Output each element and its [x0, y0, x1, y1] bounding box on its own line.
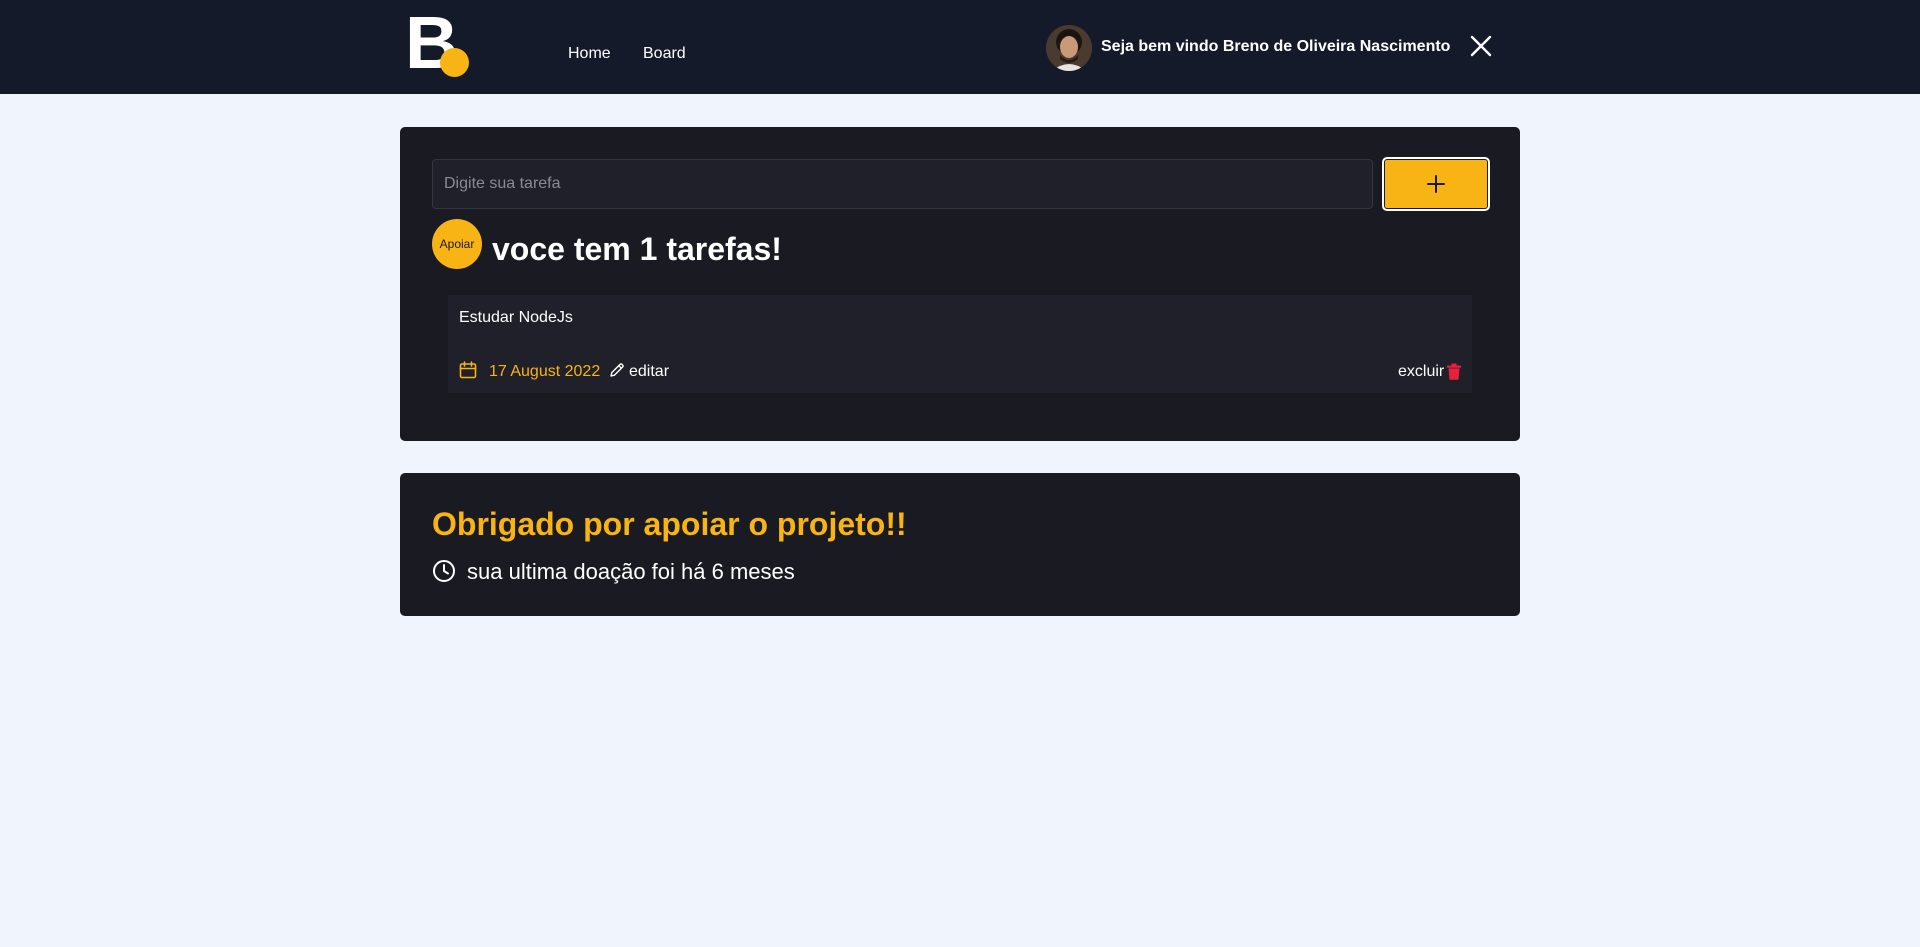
clock-icon	[433, 560, 455, 582]
avatar[interactable]	[1046, 25, 1092, 71]
calendar-icon	[459, 361, 477, 379]
task-count-heading: voce tem 1 tarefas!	[492, 231, 782, 267]
support-thanks-card: Obrigado por apoiar o projeto!! sua ulti…	[400, 473, 1520, 616]
nav-home-link[interactable]: Home	[568, 45, 611, 63]
task-board-card: Apoiar voce tem 1 tarefas! Estudar NodeJ…	[400, 127, 1520, 441]
welcome-message: Seja bem vindo Breno de Oliveira Nascime…	[1101, 38, 1451, 55]
task-item: Estudar NodeJs 17 August 2022 editar exc…	[448, 295, 1472, 393]
support-button[interactable]: Apoiar	[432, 219, 482, 269]
thanks-title: Obrigado por apoiar o projeto!!	[432, 506, 907, 542]
last-donation-text: sua ultima doação foi há 6 meses	[467, 559, 795, 584]
plus-icon	[1427, 175, 1445, 193]
trash-icon	[1447, 363, 1461, 380]
logo-dot	[440, 48, 469, 77]
delete-label: excluir	[1398, 363, 1445, 380]
close-icon	[1470, 35, 1492, 57]
task-input[interactable]	[432, 159, 1373, 209]
edit-label: editar	[629, 363, 670, 380]
logo[interactable]: B	[405, 6, 469, 80]
task-date: 17 August 2022	[489, 363, 601, 380]
top-header: B Home Board Seja bem vindo Breno de Oli…	[0, 0, 1920, 94]
delete-task-button[interactable]: excluir	[1398, 361, 1462, 381]
pencil-icon	[610, 363, 624, 377]
nav-board-link[interactable]: Board	[643, 45, 686, 63]
task-title[interactable]: Estudar NodeJs	[459, 309, 573, 327]
signout-close-button[interactable]	[1468, 33, 1494, 59]
add-task-button[interactable]	[1382, 157, 1490, 211]
